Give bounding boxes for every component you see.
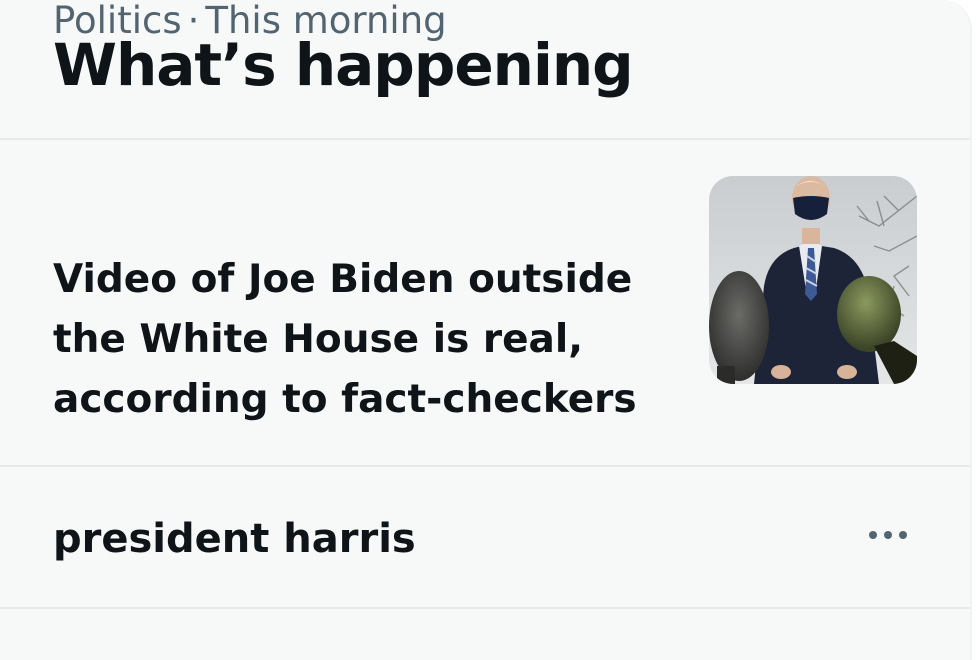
more-horizontal-icon[interactable] xyxy=(858,517,918,553)
trend-meta: Politics · This morning xyxy=(53,2,447,39)
news-thumbnail[interactable] xyxy=(709,176,917,384)
trend-time: This morning xyxy=(205,0,447,42)
trend-item[interactable]: president harris xyxy=(0,467,970,609)
trend-category: Politics xyxy=(53,0,182,42)
more-dot xyxy=(869,531,877,539)
meta-separator: · xyxy=(187,0,200,42)
whats-happening-panel: What’s happening Politics · This morning V… xyxy=(0,0,972,660)
more-dot xyxy=(899,531,907,539)
more-dot xyxy=(884,531,892,539)
news-trend-item[interactable]: Politics · This morning Video of Joe Biden… xyxy=(0,2,970,467)
news-photo-image xyxy=(709,176,917,384)
trend-headline: Video of Joe Biden outside the White Hou… xyxy=(53,257,637,422)
trend-name: president harris xyxy=(53,516,416,562)
